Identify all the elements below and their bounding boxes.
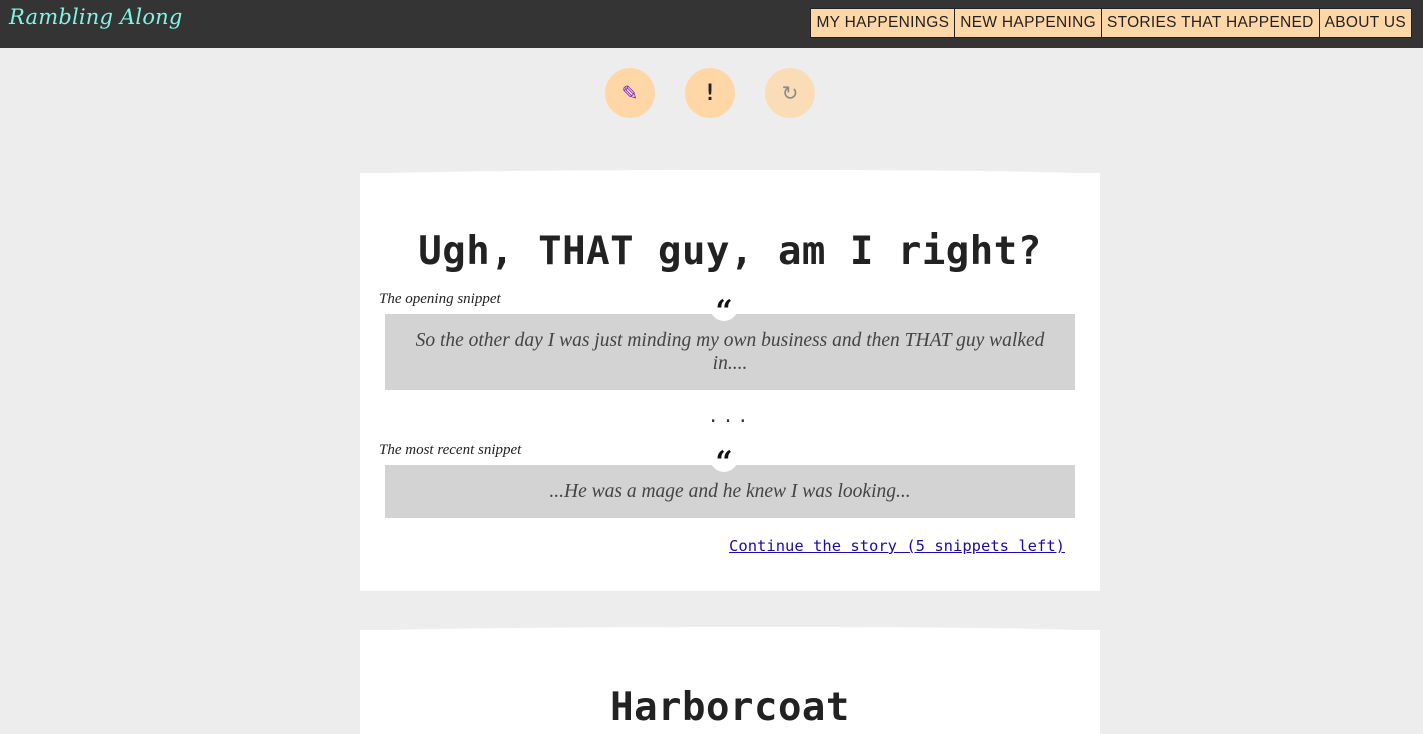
story-title: Harborcoat <box>610 685 850 730</box>
story-title: Ugh, THAT guy, am I right? <box>418 229 1042 274</box>
refresh-icon: ↻ <box>781 81 799 105</box>
alert-button[interactable]: ! <box>685 68 735 118</box>
write-button[interactable]: ✎ <box>605 68 655 118</box>
refresh-button[interactable]: ↻ <box>765 68 815 118</box>
story-card: Ugh, THAT guy, am I right? The opening s… <box>360 170 1100 591</box>
pencil-icon: ✎ <box>621 81 639 105</box>
brand-logo[interactable]: Rambling Along <box>9 5 183 29</box>
main-nav: MY HAPPENINGS NEW HAPPENING STORIES THAT… <box>810 8 1412 38</box>
quote-icon: “ <box>710 293 738 329</box>
opening-snippet-label: The opening snippet <box>379 291 501 307</box>
quote-icon: “ <box>710 444 738 480</box>
top-navbar: Rambling Along MY HAPPENINGS NEW HAPPENI… <box>0 0 1423 48</box>
exclamation-icon: ! <box>703 80 717 106</box>
recent-snippet-label: The most recent snippet <box>379 442 522 458</box>
nav-stories-that-happened[interactable]: STORIES THAT HAPPENED <box>1100 8 1320 38</box>
nav-my-happenings[interactable]: MY HAPPENINGS <box>810 8 956 38</box>
snippet-ellipsis: ... <box>707 406 753 427</box>
story-card: Harborcoat <box>360 627 1100 734</box>
action-buttons: ✎ ! ↻ <box>605 68 845 118</box>
nav-new-happening[interactable]: NEW HAPPENING <box>954 8 1102 38</box>
continue-story-link[interactable]: Continue the story (5 snippets left) <box>729 537 1065 555</box>
nav-about-us[interactable]: ABOUT US <box>1318 8 1412 38</box>
